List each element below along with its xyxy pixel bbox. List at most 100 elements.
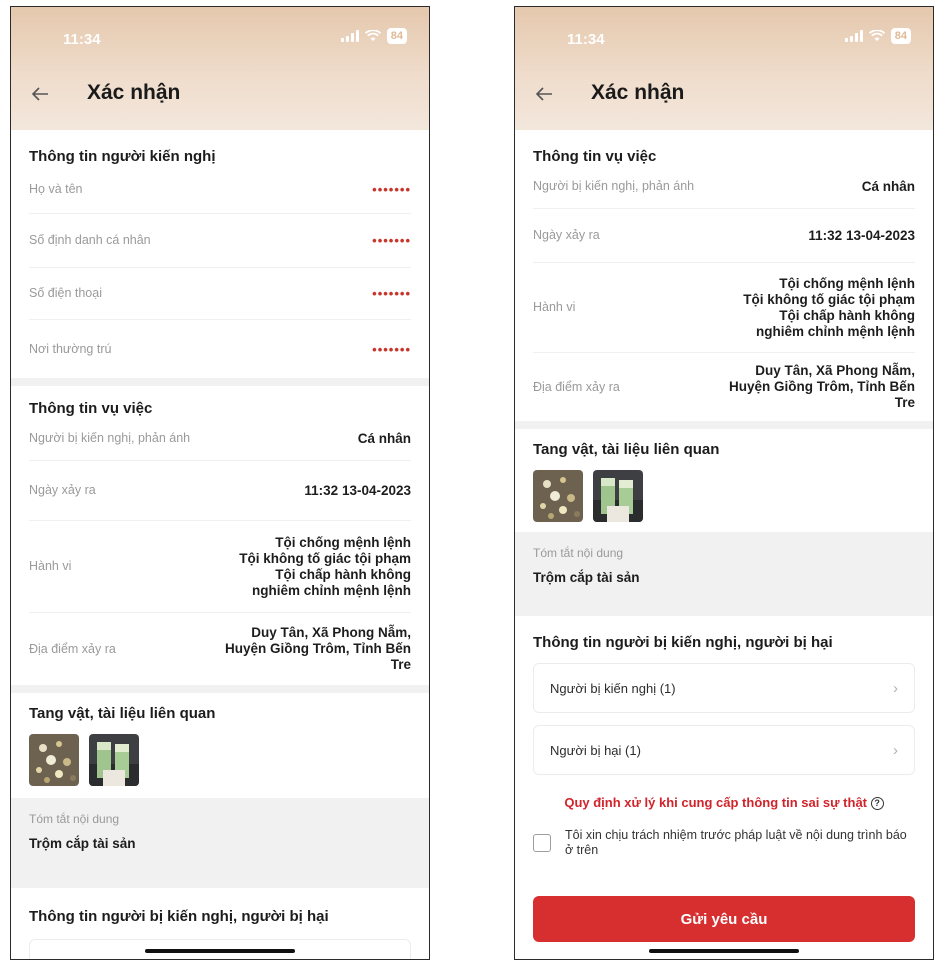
status-icons: 84 [340,28,407,44]
status-icons: 84 [844,28,911,44]
info-row: Người bị kiến nghị, phản ánh Cá nhân [533,165,915,209]
submit-button[interactable]: Gửi yêu cầu [533,896,915,943]
evidence-photo[interactable] [593,470,643,522]
row-label: Địa điểm xảy ra [533,379,620,394]
section-divider [11,378,429,386]
row-label: Họ và tên [29,181,83,196]
behavior-line: nghiêm chỉnh mệnh lệnh [251,582,411,598]
row-label: Hành vi [533,300,576,314]
location-value: Duy Tân, Xã Phong Nẫm, Huyện Giồng Trôm,… [225,625,411,673]
case-info-section: Thông tin vụ việc Người bị kiến nghị, ph… [515,130,933,421]
back-arrow-icon[interactable] [533,83,555,105]
section-title: Tang vật, tài liệu liên quan [29,705,216,722]
section-title: Thông tin người bị kiến nghị, người bị h… [533,634,833,651]
false-info-rules-link[interactable]: Quy định xử lý khi cung cấp thông tin sa… [533,795,915,811]
evidence-photo[interactable] [533,470,583,522]
summary-value: Trộm cắp tài sản [29,836,136,851]
home-indicator [649,949,799,953]
behavior-line: Tội không tố giác tội phạm [743,291,915,307]
row-value: 11:32 13-04-2023 [304,482,411,498]
status-time: 11:34 [567,31,605,48]
row-label: Nơi thường trú [29,341,112,356]
row-label: Người bị kiến nghị, phản ánh [29,431,191,445]
wifi-icon [364,30,381,42]
evidence-thumbnails [29,734,411,786]
info-row: Địa điểm xảy ra Duy Tân, Xã Phong Nẫm, H… [533,353,915,421]
header-background [515,7,933,130]
section-title: Thông tin vụ việc [29,400,153,417]
location-line: Tre [390,657,411,672]
section-divider [11,685,429,693]
info-row: Ngày xảy ra 11:32 13-04-2023 [533,209,915,263]
masked-value: ••••••• [372,233,411,248]
victim-card[interactable]: Người bị hại (1) › [533,725,915,775]
behavior-line: Tội chấp hành không [275,566,411,582]
evidence-photo[interactable] [89,734,139,786]
location-line: Duy Tân, Xã Phong Nẫm, [251,625,411,640]
summary-section: Tóm tắt nội dung Trộm cắp tài sản [515,532,933,616]
evidence-photo[interactable] [29,734,79,786]
behavior-line: Tội không tố giác tội phạm [239,550,411,566]
section-title: Thông tin người kiến nghị [29,148,216,165]
row-value: Cá nhân [861,178,915,194]
row-label: Địa điểm xảy ra [29,641,116,656]
chevron-right-icon: › [893,741,898,759]
chevron-right-icon: › [389,956,394,960]
behavior-line: Tội chống mệnh lệnh [779,275,915,291]
masked-value: ••••••• [372,341,411,357]
section-title: Tang vật, tài liệu liên quan [533,441,720,458]
behavior-line: Tội chống mệnh lệnh [275,534,411,550]
summary-label: Tóm tắt nội dung [533,546,624,560]
row-value: 11:32 13-04-2023 [808,227,915,243]
behavior-line: nghiêm chỉnh mệnh lệnh [755,323,915,339]
scroll-content: Thông tin vụ việc Người bị kiến nghị, ph… [515,130,933,943]
section-title: Thông tin người bị kiến nghị, người bị h… [29,908,329,925]
row-label: Ngày xảy ra [29,483,96,497]
card-label: Người bị kiến nghị (1) [46,957,172,960]
status-time: 11:34 [63,31,101,48]
summary-section: Tóm tắt nội dung Trộm cắp tài sản [11,798,429,888]
agreement-row: Tôi xin chịu trách nhiệm trước pháp luật… [533,828,915,858]
agreement-text: Tôi xin chịu trách nhiệm trước pháp luật… [565,828,907,858]
header-background [11,7,429,130]
info-row: Số điện thoại ••••••• [29,268,411,320]
battery-indicator: 84 [386,28,407,44]
info-row: Người bị kiến nghị, phản ánh Cá nhân [29,417,411,461]
accused-card[interactable]: Người bị kiến nghị (1) › [533,663,915,713]
row-label: Số điện thoại [29,286,102,300]
behavior-value: Tội chống mệnh lệnh Tội không tố giác tộ… [239,535,411,599]
location-line: Duy Tân, Xã Phong Nẫm, [755,363,915,378]
phone-screen-right: 11:34 84 Xác nhận Thông tin vụ việc Ngườ… [514,6,934,960]
summary-label: Tóm tắt nội dung [29,812,120,826]
info-row: Hành vi Tội chống mệnh lệnh Tội không tố… [533,263,915,353]
location-line: Huyện Giồng Trôm, Tỉnh Bến [224,641,411,656]
info-row: Số định danh cá nhân ••••••• [29,214,411,268]
info-row: Hành vi Tội chống mệnh lệnh Tội không tố… [29,521,411,613]
row-value: Cá nhân [357,430,411,446]
help-circle-icon: ? [870,797,884,811]
row-label: Hành vi [29,559,72,573]
behavior-line: Tội chấp hành không [779,307,915,323]
info-row: Nơi thường trú ••••••• [29,320,411,378]
location-line: Huyện Giồng Trôm, Tỉnh Bến [728,379,915,394]
summary-value: Trộm cắp tài sản [533,570,640,585]
row-label: Ngày xảy ra [533,228,600,242]
personal-info-section: Thông tin người kiến nghị Họ và tên ••••… [11,130,429,378]
section-divider [515,421,933,429]
info-row: Ngày xảy ra 11:32 13-04-2023 [29,461,411,521]
wifi-icon [868,30,885,42]
evidence-thumbnails [533,470,915,522]
back-arrow-icon[interactable] [29,83,51,105]
rules-link-text: Quy định xử lý khi cung cấp thông tin sa… [564,795,868,810]
signal-icon [844,30,863,42]
case-info-section: Thông tin vụ việc Người bị kiến nghị, ph… [11,386,429,685]
signal-icon [340,30,359,42]
location-line: Tre [894,395,915,410]
chevron-right-icon: › [893,679,898,697]
page-title: Xác nhận [591,81,685,104]
parties-section: Thông tin người bị kiến nghị, người bị h… [515,616,933,943]
scroll-content: Thông tin người kiến nghị Họ và tên ••••… [11,130,429,960]
agreement-checkbox[interactable] [533,834,551,853]
section-title: Thông tin vụ việc [533,148,657,165]
battery-indicator: 84 [890,28,911,44]
